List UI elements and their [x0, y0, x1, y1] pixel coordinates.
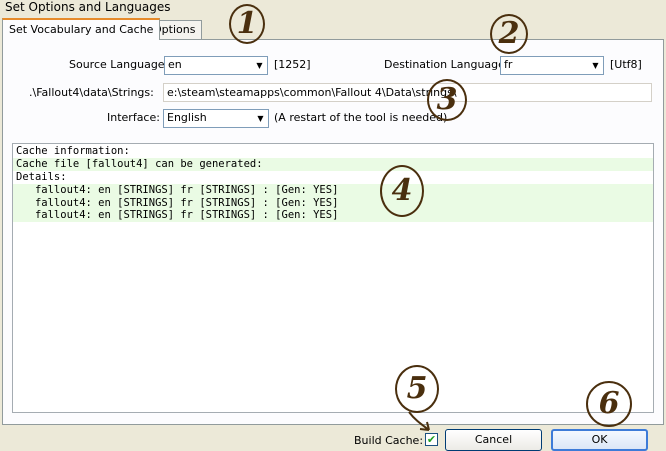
annotation-callout: 4 — [380, 165, 424, 217]
build-cache-label: Build Cache: — [354, 434, 424, 447]
cache-info-box[interactable]: Cache information: Cache file [fallout4]… — [12, 143, 654, 413]
destination-language-value: fr — [504, 58, 513, 71]
annotation-callout: 5 — [395, 365, 439, 413]
chevron-down-icon[interactable]: ▼ — [252, 57, 267, 74]
annotation-callout: 1 — [229, 4, 265, 44]
cache-line: fallout4: en [STRINGS] fr [STRINGS] : [G… — [13, 183, 653, 197]
tab-set-vocabulary-and-cache[interactable]: Set Vocabulary and Cache — [2, 18, 161, 40]
cache-line: fallout4: en [STRINGS] fr [STRINGS] : [G… — [13, 196, 653, 210]
build-cache-checkbox[interactable]: ✔ — [425, 433, 438, 446]
source-language-label: Source Language: — [69, 58, 169, 71]
annotation-callout: 6 — [586, 381, 632, 427]
chevron-down-icon[interactable]: ▼ — [588, 57, 603, 74]
window-title: Set Options and Languages — [0, 0, 666, 16]
checkmark-icon: ✔ — [426, 433, 437, 446]
cache-line: Cache information: — [16, 145, 130, 157]
interface-label: Interface: — [107, 111, 160, 124]
source-language-select[interactable]: en ▼ — [164, 56, 268, 75]
annotation-callout: 2 — [490, 14, 528, 54]
cache-line: Details: — [16, 170, 67, 183]
interface-value: English — [167, 111, 207, 124]
strings-path-label: .\Fallout4\data\Strings: — [29, 86, 154, 99]
source-language-value: en — [168, 58, 182, 71]
interface-select[interactable]: English ▼ — [163, 109, 269, 128]
ok-button[interactable]: OK — [551, 429, 648, 451]
cache-line: fallout4: en [STRINGS] fr [STRINGS] : [G… — [13, 209, 653, 223]
cache-line: Cache file [fallout4] can be generated: — [13, 157, 653, 171]
destination-language-select[interactable]: fr ▼ — [500, 56, 604, 75]
interface-note: (A restart of the tool is needed) — [274, 111, 448, 124]
annotation-arrow-icon — [408, 411, 430, 431]
cancel-button[interactable]: Cancel — [445, 429, 542, 451]
annotation-callout: 3 — [427, 79, 467, 121]
destination-language-label: Destination Language: — [384, 58, 509, 71]
destination-codepage: [Utf8] — [610, 58, 642, 71]
chevron-down-icon[interactable]: ▼ — [253, 110, 268, 127]
source-codepage: [1252] — [274, 58, 311, 71]
strings-path-field[interactable]: e:\steam\steamapps\common\Fallout 4\Data… — [163, 83, 652, 102]
